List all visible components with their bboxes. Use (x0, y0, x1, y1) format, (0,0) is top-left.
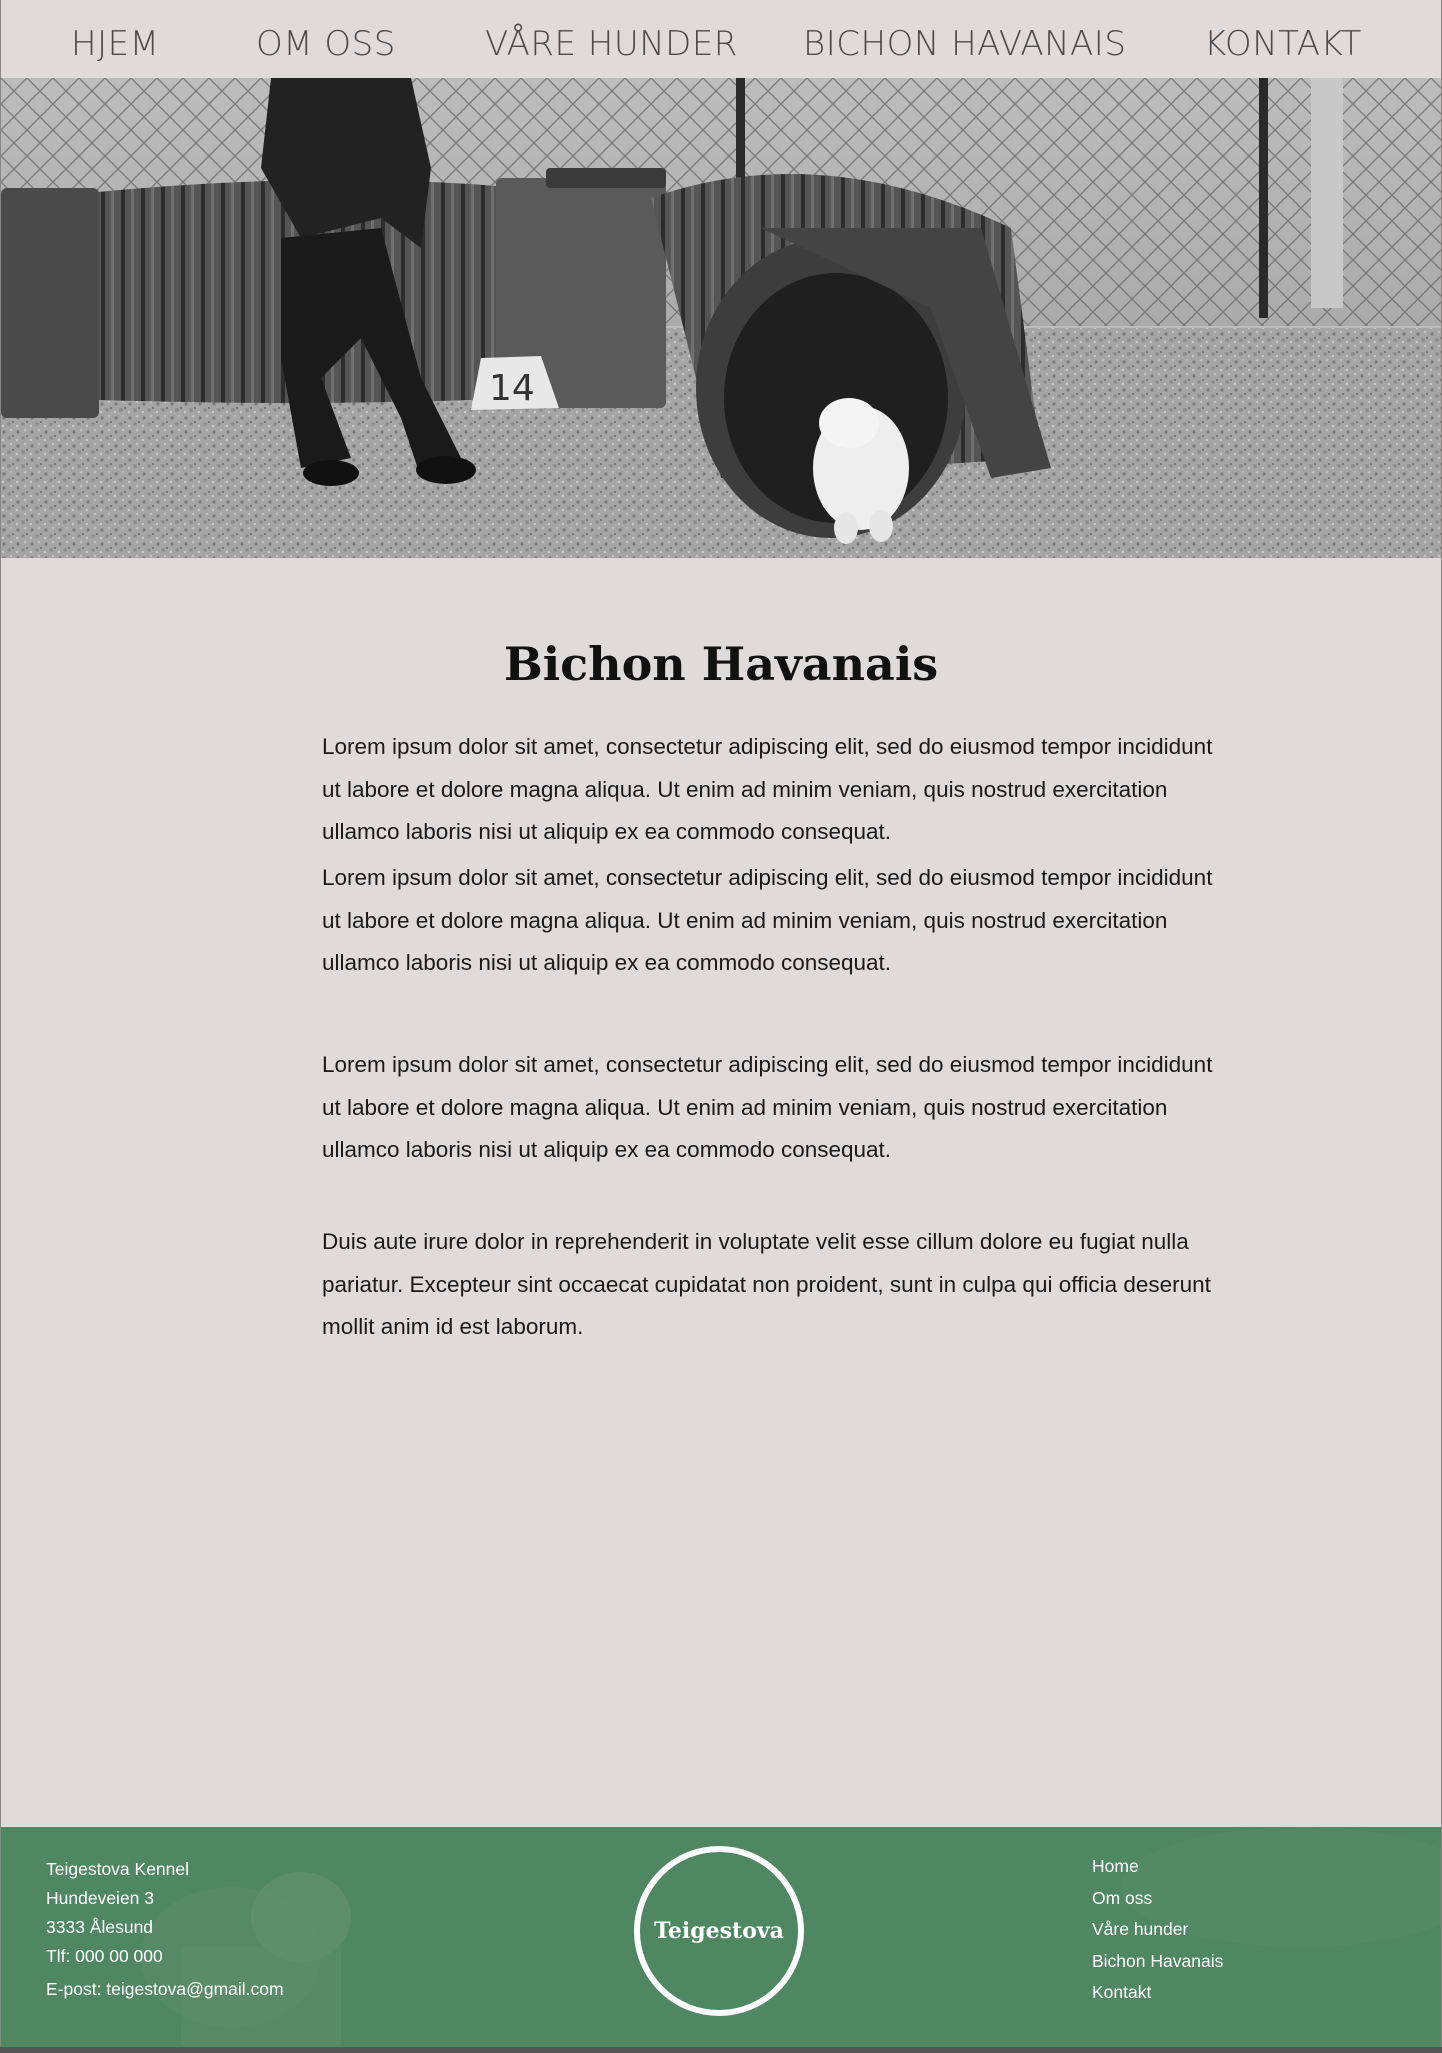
agility-photo: 14 (1, 78, 1441, 558)
intro-paragraph-2: Lorem ipsum dolor sit amet, consectetur … (322, 865, 1213, 975)
street-address: Hundeveien 3 (46, 1888, 154, 1908)
footer-address: Teigestova Kennel Hundeveien 3 3333 Åles… (46, 1855, 284, 2004)
nav-item-om-oss[interactable]: OM OSS (256, 22, 396, 66)
footer-logo[interactable]: Teigestova (634, 1846, 804, 2016)
page-title: Bichon Havanais (503, 637, 939, 691)
top-nav: HJEM OM OSS VÅRE HUNDER BICHON HAVANAIS … (1, 0, 1441, 78)
footer-link-om-oss[interactable]: Om oss (1092, 1888, 1152, 1908)
body-paragraph-1: Lorem ipsum dolor sit amet, consectetur … (322, 1052, 1213, 1162)
logo-text: Teigestova (654, 1918, 784, 1944)
intro-paragraph-1: Lorem ipsum dolor sit amet, consectetur … (322, 734, 1213, 844)
footer-nav: Home Om oss Våre hunder Bichon Havanais … (1092, 1851, 1223, 2009)
footer-link-home[interactable]: Home (1092, 1856, 1139, 1876)
tunnel-number: 14 (489, 368, 535, 409)
body-paragraph-2: Duis aute irure dolor in reprehenderit i… (322, 1229, 1211, 1339)
hero-image: 14 (1, 78, 1441, 558)
page: HJEM OM OSS VÅRE HUNDER BICHON HAVANAIS … (0, 0, 1442, 2047)
postal-city: 3333 Ålesund (46, 1917, 154, 1937)
email-address: E-post: teigestova@gmail.com (46, 1979, 284, 1999)
bottom-edge (0, 2047, 1442, 2053)
footer-link-kontakt[interactable]: Kontakt (1092, 1982, 1151, 2002)
nav-item-hjem[interactable]: HJEM (71, 22, 159, 66)
nav-item-bichon-havanais[interactable]: BICHON HAVANAIS (803, 22, 1126, 66)
footer: Teigestova Kennel Hundeveien 3 3333 Åles… (1, 1827, 1441, 2047)
nav-item-vare-hunder[interactable]: VÅRE HUNDER (485, 22, 738, 66)
footer-link-vare-hunder[interactable]: Våre hunder (1092, 1919, 1188, 1939)
nav-item-kontakt[interactable]: KONTAKT (1204, 22, 1362, 66)
kennel-name: Teigestova Kennel (46, 1859, 190, 1879)
phone-number: Tlf: 000 00 000 (46, 1946, 163, 1966)
footer-link-bichon-havanais[interactable]: Bichon Havanais (1092, 1951, 1223, 1971)
